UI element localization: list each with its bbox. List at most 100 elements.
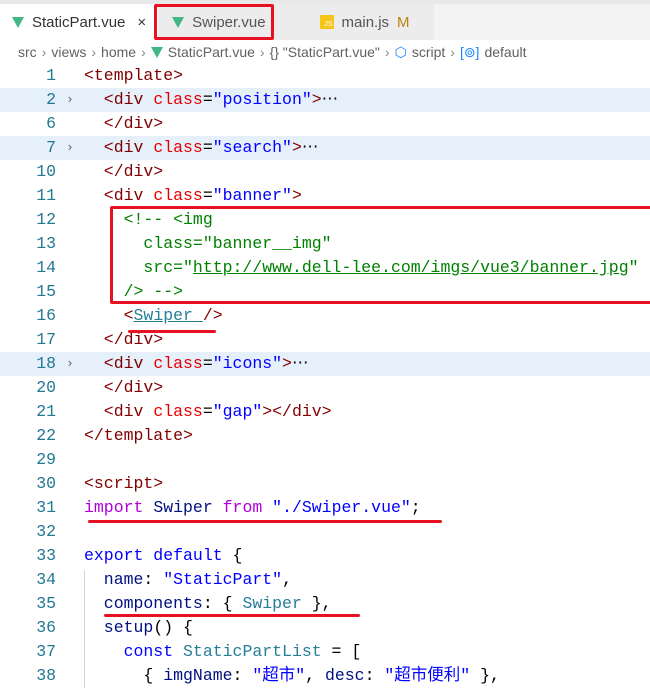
line-number: 32: [36, 522, 56, 541]
code-token: "position": [212, 90, 312, 109]
code-line[interactable]: 21 <div class="gap"></div>: [0, 400, 650, 424]
code-line[interactable]: 37 const StaticPartList = [: [0, 640, 650, 664]
line-number: 14: [36, 258, 56, 277]
line-number: 17: [36, 330, 56, 349]
code-token: setup: [84, 618, 154, 637]
close-icon[interactable]: ×: [137, 14, 146, 31]
tab-label: StaticPart.vue: [32, 13, 126, 31]
breadcrumb-item[interactable]: views: [51, 44, 86, 60]
fold-chevron-icon[interactable]: ›: [66, 88, 74, 112]
code-text: setup() {: [84, 616, 193, 640]
code-token: class: [153, 90, 203, 109]
code-editor[interactable]: 1 <template> 2 › <div class="position">⋯ 6 <…: [0, 64, 650, 688]
code-line[interactable]: 11 <div class="banner">: [0, 184, 650, 208]
code-text: <div class="icons">⋯: [84, 352, 309, 376]
code-token: StaticPartList: [183, 642, 322, 661]
breadcrumb-item[interactable]: home: [101, 44, 136, 60]
code-token: export default: [84, 546, 223, 565]
code-line[interactable]: 16 <Swiper />: [0, 304, 650, 328]
code-line[interactable]: 36 setup() {: [0, 616, 650, 640]
indent-guide: [84, 570, 85, 688]
code-token: <div: [84, 402, 154, 421]
code-line[interactable]: 6 </div>: [0, 112, 650, 136]
breadcrumb-item[interactable]: {} "StaticPart.vue": [270, 44, 380, 60]
code-token: =: [202, 402, 213, 421]
code-token: = [: [321, 642, 362, 661]
code-token: />: [202, 306, 223, 325]
js-icon: JS: [319, 15, 334, 29]
code-token: () {: [153, 618, 193, 637]
code-token: {: [84, 666, 164, 685]
code-line[interactable]: 33 export default {: [0, 544, 650, 568]
code-line[interactable]: 38 { imgName: "超市", desc: "超市便利" },: [0, 664, 650, 688]
line-number: 10: [36, 162, 56, 181]
code-token: imgName: [163, 666, 233, 685]
code-line[interactable]: 30 <script>: [0, 472, 650, 496]
code-token: =: [202, 186, 213, 205]
cube-icon: ⬡: [394, 43, 407, 60]
code-token: "icons": [212, 354, 283, 373]
code-token: </template>: [84, 426, 193, 445]
breadcrumb-item[interactable]: StaticPart.vue: [168, 44, 255, 60]
fold-chevron-icon[interactable]: ›: [66, 352, 74, 376]
line-number: 37: [36, 642, 56, 661]
code-token: name: [84, 570, 144, 589]
code-token: import: [84, 498, 144, 517]
code-token: "gap": [212, 402, 263, 421]
code-line[interactable]: 22 </template>: [0, 424, 650, 448]
tab-staticpart[interactable]: StaticPart.vue ×: [0, 4, 159, 40]
code-line[interactable]: 7 › <div class="search">⋯: [0, 136, 650, 160]
code-line[interactable]: 34 name: "StaticPart",: [0, 568, 650, 592]
code-line[interactable]: 32: [0, 520, 650, 544]
code-token: <template>: [84, 66, 184, 85]
line-number: 35: [36, 594, 56, 613]
code-token: "./Swiper.vue": [272, 498, 411, 517]
code-text: <div class="banner">: [84, 184, 302, 208]
code-line[interactable]: 29: [0, 448, 650, 472]
code-token: </div>: [84, 162, 164, 181]
code-token: "超市": [252, 666, 306, 685]
code-text: components: { Swiper },: [84, 592, 332, 616]
code-token: {: [222, 546, 243, 565]
code-line[interactable]: 20 </div>: [0, 376, 650, 400]
underline-mark: [88, 520, 442, 523]
breadcrumb-item[interactable]: default: [484, 44, 526, 60]
line-number: 22: [36, 426, 56, 445]
code-token: >: [282, 354, 292, 373]
line-number: 20: [36, 378, 56, 397]
line-number: 13: [36, 234, 56, 253]
code-text: { imgName: "超市", desc: "超市便利" },: [84, 664, 500, 688]
code-line[interactable]: 1 <template>: [0, 64, 650, 88]
tab-main-js[interactable]: JS main.js M: [295, 4, 434, 40]
code-token: </div>: [84, 378, 164, 397]
code-token: :: [364, 666, 385, 685]
code-token: <: [84, 306, 134, 325]
underline-mark: [128, 330, 216, 333]
code-line[interactable]: 18 › <div class="icons">⋯: [0, 352, 650, 376]
code-token: class: [153, 354, 203, 373]
code-token: =: [202, 90, 213, 109]
code-token: ⋯: [301, 138, 319, 157]
code-text: <Swiper />: [84, 304, 223, 328]
code-token: ;: [410, 498, 421, 517]
code-token: :: [232, 666, 253, 685]
code-token: Swiper: [242, 594, 302, 613]
breadcrumb-item[interactable]: src: [18, 44, 37, 60]
code-line[interactable]: 35 components: { Swiper },: [0, 592, 650, 616]
code-token: class: [153, 138, 203, 157]
code-text: <div class="position">⋯: [84, 88, 338, 112]
code-line[interactable]: 17 </div>: [0, 328, 650, 352]
code-token: const: [84, 642, 184, 661]
code-line[interactable]: 31 import Swiper from "./Swiper.vue";: [0, 496, 650, 520]
code-line[interactable]: 10 </div>: [0, 160, 650, 184]
line-number: 2: [46, 90, 56, 109]
breadcrumb-item[interactable]: script: [412, 44, 445, 60]
code-token: <div: [84, 90, 154, 109]
code-line[interactable]: 2 › <div class="position">⋯: [0, 88, 650, 112]
fold-chevron-icon[interactable]: ›: [66, 136, 74, 160]
code-token: >: [291, 138, 302, 157]
code-token: <script>: [84, 474, 164, 493]
code-token: class: [153, 402, 203, 421]
line-number: 6: [46, 114, 56, 133]
code-token: Swiper: [143, 498, 223, 517]
